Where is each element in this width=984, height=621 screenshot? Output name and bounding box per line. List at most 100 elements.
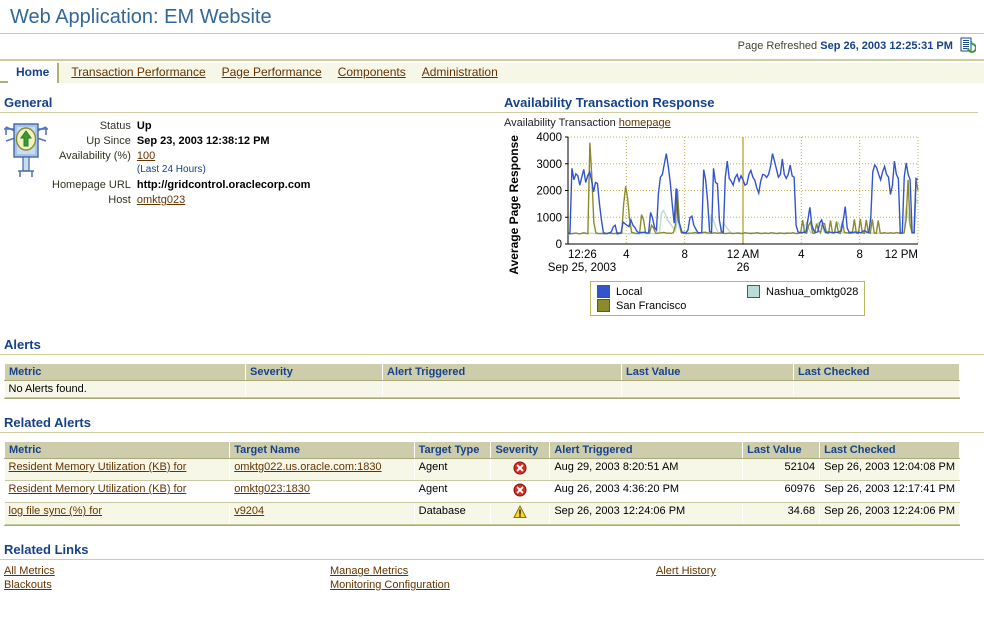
related-links-section: Related Links All Metrics Blackouts Mana… [0, 542, 984, 592]
ra-cell-target-type: Agent [414, 481, 491, 503]
svg-text:12:26: 12:26 [568, 249, 597, 261]
related-alerts-table: Metric Target Name Target Type Severity … [4, 441, 960, 525]
ra-target-name-link[interactable]: v9204 [234, 505, 264, 517]
availability-link[interactable]: 100 [137, 150, 155, 162]
legend-swatch-nashua [747, 285, 760, 298]
general-label-status: Status [52, 119, 137, 134]
general-row-host: Host omktg023 [52, 193, 310, 208]
tab-administration[interactable]: Administration [414, 63, 506, 83]
general-properties-table: Status Up Up Since Sep 23, 2003 12:38:12… [52, 119, 310, 208]
general-heading: General [0, 95, 500, 112]
link-monitoring-configuration[interactable]: Monitoring Configuration [330, 579, 450, 591]
alerts-col-last-value[interactable]: Last Value [622, 364, 794, 381]
ra-col-last-checked[interactable]: Last Checked [820, 442, 960, 459]
ra-cell-last-value: 34.68 [743, 503, 820, 525]
svg-text:26: 26 [737, 262, 750, 274]
svg-text:8: 8 [856, 249, 862, 261]
availability-transaction-label: Availability Transaction [504, 117, 616, 129]
table-row: Resident Memory Utilization (KB) for omkt… [5, 459, 960, 481]
alerts-col-metric[interactable]: Metric [5, 364, 246, 381]
general-value-availability-cell: 100 (Last 24 Hours) [137, 149, 311, 178]
alerts-empty-cell-4 [622, 381, 794, 398]
svg-text:0: 0 [556, 239, 562, 251]
legend-item-local: Local [597, 285, 747, 298]
ra-col-metric[interactable]: Metric [5, 442, 230, 459]
table-row: Resident Memory Utilization (KB) for omkt… [5, 481, 960, 503]
tab-page-performance-link[interactable]: Page Performance [222, 65, 322, 79]
related-link-item: Monitoring Configuration [330, 578, 656, 592]
general-label-up-since: Up Since [52, 134, 137, 149]
availability-note: (Last 24 Hours) [137, 163, 311, 177]
alerts-header-row: Metric Severity Alert Triggered Last Val… [5, 364, 960, 381]
tab-transaction-performance[interactable]: Transaction Performance [63, 63, 213, 83]
link-manage-metrics[interactable]: Manage Metrics [330, 565, 408, 577]
general-label-availability: Availability (%) [52, 149, 137, 178]
tab-transaction-performance-link[interactable]: Transaction Performance [71, 65, 205, 79]
refresh-page-icon[interactable] [960, 37, 976, 56]
alerts-col-severity[interactable]: Severity [246, 364, 383, 381]
svg-text:Average Page Response (ms): Average Page Response (ms) [507, 131, 521, 275]
main-content: General [0, 95, 984, 321]
svg-text:8: 8 [681, 249, 687, 261]
svg-text:1000: 1000 [536, 212, 562, 224]
chart-legend: Local Nashua_omktg028 San Francisco [590, 281, 865, 316]
ra-cell-last-checked: Sep 26, 2003 12:17:41 PM [820, 481, 960, 503]
tab-home-label: Home [16, 65, 49, 79]
ra-col-severity[interactable]: Severity [491, 442, 550, 459]
ra-cell-last-value: 60976 [743, 481, 820, 503]
ra-target-name-link[interactable]: omktg023:1830 [234, 483, 310, 495]
alerts-col-alert-triggered[interactable]: Alert Triggered [383, 364, 622, 381]
alerts-table: Metric Severity Alert Triggered Last Val… [4, 363, 960, 398]
general-section: General [0, 95, 500, 321]
link-all-metrics[interactable]: All Metrics [4, 565, 55, 577]
link-alert-history[interactable]: Alert History [656, 565, 716, 577]
legend-item-san-francisco: San Francisco [597, 299, 747, 312]
general-body: Status Up Up Since Sep 23, 2003 12:38:12… [0, 113, 500, 208]
critical-error-icon [491, 459, 550, 481]
svg-text:2000: 2000 [536, 186, 562, 198]
availability-transaction-link[interactable]: homepage [619, 117, 671, 129]
related-link-item: Manage Metrics [330, 564, 656, 578]
availability-section: Availability Transaction Response Availa… [500, 95, 978, 321]
alerts-empty-cell-5 [794, 381, 960, 398]
ra-cell-target-name: omktg022.us.oracle.com:1830 [230, 459, 414, 481]
svg-text:4: 4 [798, 249, 805, 261]
ra-col-last-value[interactable]: Last Value [743, 442, 820, 459]
link-blackouts[interactable]: Blackouts [4, 579, 52, 591]
alerts-col-last-checked[interactable]: Last Checked [794, 364, 960, 381]
tab-home[interactable]: Home [8, 63, 58, 83]
tab-components[interactable]: Components [330, 63, 414, 83]
alerts-empty-cell-2 [246, 381, 383, 398]
ra-cell-target-type: Agent [414, 459, 491, 481]
tab-components-link[interactable]: Components [338, 65, 406, 79]
ra-cell-metric: Resident Memory Utilization (KB) for [5, 481, 230, 503]
alerts-heading: Alerts [0, 337, 984, 354]
ra-col-target-type[interactable]: Target Type [414, 442, 491, 459]
tab-administration-link[interactable]: Administration [422, 65, 498, 79]
general-row-up-since: Up Since Sep 23, 2003 12:38:12 PM [52, 134, 310, 149]
svg-text:4: 4 [623, 249, 630, 261]
ra-metric-link[interactable]: Resident Memory Utilization (KB) for [9, 461, 187, 473]
general-label-host: Host [52, 193, 137, 208]
ra-col-alert-triggered[interactable]: Alert Triggered [550, 442, 743, 459]
general-row-homepage-url: Homepage URL http://gridcontrol.oracleco… [52, 178, 310, 193]
ra-col-target-name[interactable]: Target Name [230, 442, 414, 459]
general-value-host-cell: omktg023 [137, 193, 311, 208]
availability-chart-plot: 0100020003000400012:26Sep 25, 20034812 A… [504, 131, 924, 281]
alerts-empty-message: No Alerts found. [5, 381, 246, 398]
legend-label-local: Local [616, 286, 642, 298]
svg-text:Sep 25, 2003: Sep 25, 2003 [548, 262, 616, 274]
tab-page-performance[interactable]: Page Performance [214, 63, 330, 83]
availability-transaction-row: Availability Transaction homepage [500, 113, 978, 131]
ra-cell-last-value: 52104 [743, 459, 820, 481]
host-link[interactable]: omktg023 [137, 194, 185, 206]
related-link-item: Alert History [656, 564, 982, 578]
legend-swatch-san-francisco [597, 299, 610, 312]
alerts-empty-cell-3 [383, 381, 622, 398]
ra-cell-metric: log file sync (%) for [5, 503, 230, 525]
ra-target-name-link[interactable]: omktg022.us.oracle.com:1830 [234, 461, 381, 473]
general-value-status: Up [137, 119, 311, 134]
ra-metric-link[interactable]: Resident Memory Utilization (KB) for [9, 483, 187, 495]
ra-cell-alert-triggered: Aug 29, 2003 8:20:51 AM [550, 459, 743, 481]
ra-metric-link[interactable]: log file sync (%) for [9, 505, 103, 517]
